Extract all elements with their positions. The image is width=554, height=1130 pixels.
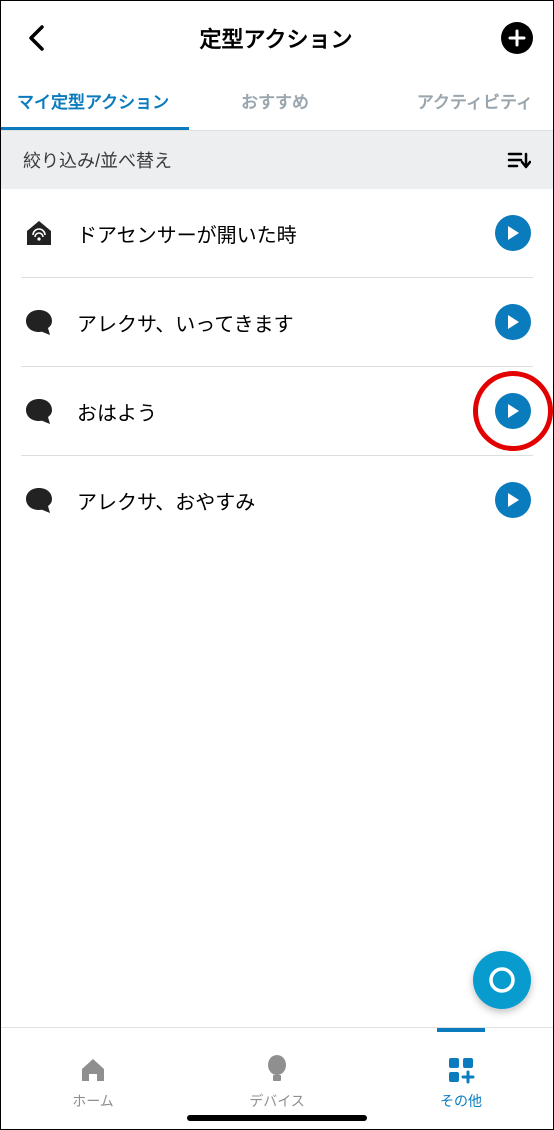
voice-icon xyxy=(23,395,55,427)
sort-icon xyxy=(507,150,531,170)
page-title: 定型アクション xyxy=(200,22,353,54)
play-button[interactable] xyxy=(495,482,531,518)
routine-item[interactable]: おはよう xyxy=(21,367,533,456)
routine-item[interactable]: アレクサ、いってきます xyxy=(21,278,533,367)
filter-label: 絞り込み/並べ替え xyxy=(23,147,172,173)
nav-label: その他 xyxy=(440,1091,482,1111)
routine-label: アレクサ、いってきます xyxy=(77,308,495,337)
tab-label: マイ定型アクション xyxy=(17,88,169,113)
add-routine-button[interactable] xyxy=(501,22,533,54)
bottom-nav: ホーム デバイス その他 xyxy=(1,1027,553,1129)
routine-label: アレクサ、おやすみ xyxy=(77,486,495,515)
nav-label: デバイス xyxy=(249,1091,305,1111)
voice-assistant-fab[interactable] xyxy=(473,951,531,1009)
home-indicator xyxy=(187,1115,367,1121)
grid-plus-icon xyxy=(446,1055,476,1085)
routine-item[interactable]: アレクサ、おやすみ xyxy=(21,456,533,544)
play-icon xyxy=(506,403,520,419)
play-icon xyxy=(506,225,520,241)
alexa-ring-icon xyxy=(487,965,517,995)
bulb-icon xyxy=(262,1055,292,1085)
chevron-left-icon xyxy=(27,24,45,52)
nav-devices[interactable]: デバイス xyxy=(185,1028,369,1129)
play-icon xyxy=(506,492,520,508)
tabs-bar: マイ定型アクション おすすめ アクティビティ xyxy=(1,71,553,131)
play-icon xyxy=(506,314,520,330)
filter-sort-bar[interactable]: 絞り込み/並べ替え xyxy=(1,131,553,189)
nav-more[interactable]: その他 xyxy=(369,1028,553,1129)
nav-label: ホーム xyxy=(72,1091,114,1111)
plus-icon xyxy=(508,29,526,47)
voice-icon xyxy=(23,484,55,516)
tab-recommended[interactable]: おすすめ xyxy=(189,71,361,130)
play-button[interactable] xyxy=(495,304,531,340)
play-button[interactable] xyxy=(495,215,531,251)
tab-label: おすすめ xyxy=(241,88,309,113)
play-button[interactable] xyxy=(495,393,531,429)
home-icon xyxy=(78,1055,108,1085)
nav-home[interactable]: ホーム xyxy=(1,1028,185,1129)
app-header: 定型アクション xyxy=(1,1,553,71)
routines-list: ドアセンサーが開いた時 アレクサ、いってきます おはよう xyxy=(1,189,553,544)
routine-label: おはよう xyxy=(77,397,495,426)
tab-label: アクティビティ xyxy=(417,88,533,113)
routine-item[interactable]: ドアセンサーが開いた時 xyxy=(21,189,533,278)
home-sensor-icon xyxy=(23,217,55,249)
tab-my-routines[interactable]: マイ定型アクション xyxy=(1,71,189,130)
routine-label: ドアセンサーが開いた時 xyxy=(77,219,495,248)
back-button[interactable] xyxy=(21,23,51,53)
voice-icon xyxy=(23,306,55,338)
tab-activity[interactable]: アクティビティ xyxy=(361,71,553,130)
